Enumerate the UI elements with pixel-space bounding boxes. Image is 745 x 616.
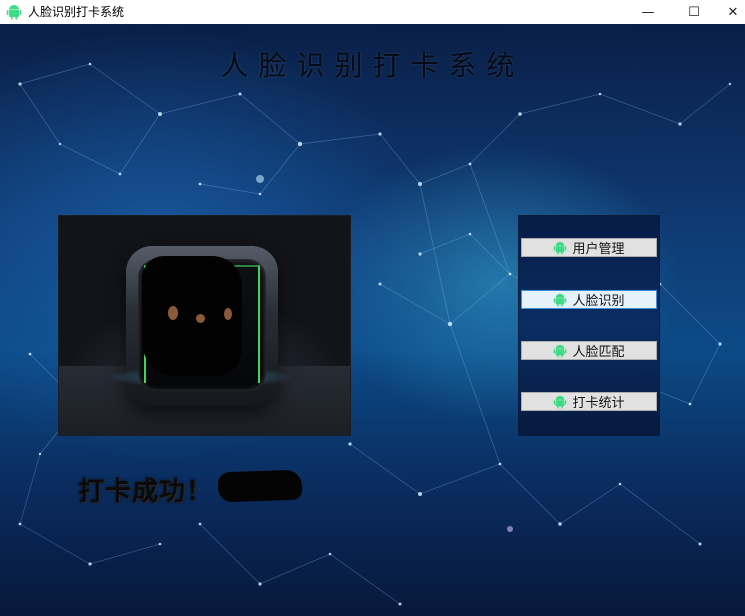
app-tile-image <box>106 246 296 406</box>
window-titlebar: 人脸识别打卡系统 — ☐ ✕ <box>0 0 745 25</box>
close-button[interactable]: ✕ <box>710 0 745 24</box>
android-icon <box>554 344 567 358</box>
menu-item-label: 人脸匹配 <box>572 345 625 360</box>
face-fragment <box>224 308 232 320</box>
maximize-icon: ☐ <box>688 4 700 20</box>
page-title: 人脸识别打卡系统 <box>220 49 525 82</box>
close-icon: ✕ <box>727 4 739 20</box>
minimize-icon: — <box>641 4 655 20</box>
android-icon <box>6 5 22 20</box>
checkin-status: 打卡成功！ <box>78 477 214 507</box>
android-icon <box>554 395 567 409</box>
camera-preview <box>58 215 351 436</box>
window-title: 人脸识别打卡系统 <box>28 5 125 19</box>
menu-item-label: 用户管理 <box>572 242 625 257</box>
face-fragment <box>196 314 205 323</box>
face-recognition-button[interactable]: 人脸识别 <box>521 290 657 309</box>
minimize-button[interactable]: — <box>625 0 671 24</box>
android-icon <box>554 293 567 307</box>
attendance-stats-button[interactable]: 打卡统计 <box>521 392 657 411</box>
face-matching-button[interactable]: 人脸匹配 <box>521 341 657 360</box>
redacted-name <box>217 469 303 503</box>
menu-item-label: 打卡统计 <box>572 396 625 411</box>
android-icon <box>554 241 567 255</box>
main-window: 人脸识别打卡系统 用户管理 人脸识别 人脸匹配 打卡统计 打卡成功！ <box>0 24 745 616</box>
user-management-button[interactable]: 用户管理 <box>521 238 657 257</box>
function-menu: 用户管理 人脸识别 人脸匹配 打卡统计 <box>518 215 660 436</box>
menu-item-label: 人脸识别 <box>572 294 625 309</box>
face-fragment <box>168 306 178 320</box>
